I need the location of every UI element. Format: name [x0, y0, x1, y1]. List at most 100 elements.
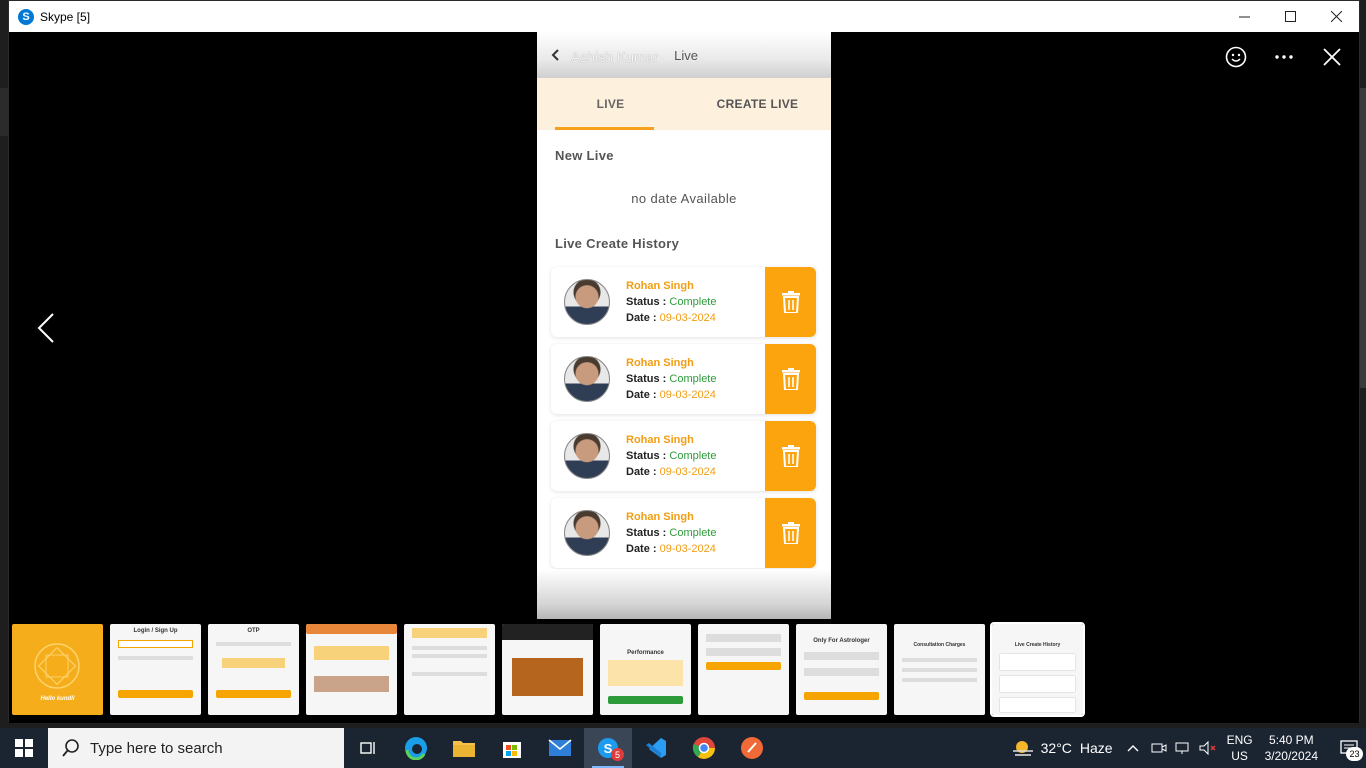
thumbnail[interactable]: Hello kundli	[12, 624, 103, 715]
thumbnail[interactable]: Performance	[600, 624, 691, 715]
ellipsis-icon	[1275, 55, 1293, 59]
window-controls	[1221, 1, 1359, 32]
meet-icon[interactable]	[1151, 741, 1167, 755]
thumbnail-title: Login / Sign Up	[133, 628, 178, 634]
delete-button[interactable]	[765, 421, 816, 491]
thumbnail-line	[706, 634, 781, 642]
store-button[interactable]	[488, 728, 536, 768]
smiley-icon	[1225, 46, 1247, 68]
mail-button[interactable]	[536, 728, 584, 768]
thumbnail[interactable]	[404, 624, 495, 715]
thumbnail[interactable]: Only For Astrologer	[796, 624, 887, 715]
weather-widget[interactable]: 32°C Haze	[1011, 738, 1113, 758]
close-viewer-button[interactable]	[1319, 44, 1345, 70]
title-bar[interactable]: S Skype [5]	[9, 1, 1359, 32]
thumbnail-line	[216, 642, 291, 646]
delete-button[interactable]	[765, 498, 816, 568]
tab-live[interactable]: LIVE	[537, 78, 684, 130]
chevron-left-icon	[37, 313, 54, 343]
thumbnail-title: Live Create History	[1014, 642, 1061, 648]
date-label: Date :	[626, 466, 657, 478]
active-tab-indicator	[555, 127, 654, 130]
thumbnail[interactable]	[698, 624, 789, 715]
delete-button[interactable]	[765, 267, 816, 337]
minimize-button[interactable]	[1221, 1, 1267, 32]
language-indicator[interactable]: ENG US	[1227, 732, 1253, 764]
window-title: Skype [5]	[40, 9, 91, 24]
thumbnail-line	[902, 658, 977, 662]
haze-icon	[1012, 741, 1033, 756]
chevron-up-icon[interactable]	[1127, 744, 1139, 752]
thumbnail-line	[314, 646, 389, 660]
start-button[interactable]	[0, 728, 48, 768]
notifications-button[interactable]: 23	[1332, 728, 1366, 768]
thumbnail-line	[512, 658, 583, 696]
avatar	[564, 279, 610, 325]
tab-create-live[interactable]: CREATE LIVE	[684, 78, 831, 130]
thumbnail-selected[interactable]: Live Create History	[990, 622, 1085, 717]
system-tray: 32°C Haze ENG US 5:40 PM 3/20/2024 23	[1011, 728, 1366, 768]
file-explorer-button[interactable]	[440, 728, 488, 768]
thumbnail-line	[1000, 698, 1075, 712]
mail-icon	[548, 739, 572, 756]
history-info: Rohan Singh Status : Complete Date : 09-…	[626, 355, 716, 403]
image-viewer: Ashish Kumar Live LIVE CREATE LIVE New L…	[9, 32, 1359, 723]
date-value: 09-03-2024	[659, 312, 716, 324]
trash-icon	[781, 368, 800, 390]
thumbnail-line	[804, 652, 879, 660]
thumbnail[interactable]: Consultation Charges	[894, 624, 985, 715]
thumbnail-bar	[804, 692, 879, 700]
date-label: Date :	[626, 312, 657, 324]
close-window-button[interactable]	[1313, 1, 1359, 32]
back-arrow-icon[interactable]	[551, 49, 561, 61]
new-live-title: New Live	[555, 148, 614, 163]
thumbnail-bar	[306, 624, 397, 634]
history-card: Rohan Singh Status : Complete Date : 09-…	[551, 498, 816, 568]
vscode-button[interactable]	[632, 728, 680, 768]
thumbnail-title: OTP	[247, 628, 260, 634]
postman-button[interactable]	[728, 728, 776, 768]
thumbnail-line	[118, 656, 193, 660]
edge-button[interactable]	[392, 728, 440, 768]
thumbnail-title: Consultation Charges	[913, 642, 966, 648]
previous-image-button[interactable]	[31, 308, 61, 348]
thumbnail-line	[1000, 654, 1075, 670]
status-value: Complete	[669, 527, 717, 539]
date-value: 09-03-2024	[659, 543, 716, 555]
status-label: Status :	[626, 373, 667, 385]
chrome-button[interactable]	[680, 728, 728, 768]
thumbnail-line	[706, 648, 781, 656]
taskbar-search[interactable]: Type here to search	[48, 728, 344, 768]
history-title: Live Create History	[555, 236, 680, 251]
volume-muted-icon[interactable]	[1199, 741, 1217, 755]
thumbnail-line	[902, 678, 977, 682]
thumbnail-bar	[118, 690, 193, 698]
thumbnail[interactable]: OTP	[208, 624, 299, 715]
language-region: US	[1231, 749, 1248, 763]
windows-icon	[15, 739, 33, 757]
language-code: ENG	[1226, 733, 1253, 747]
thumbnail[interactable]: Login / Sign Up	[110, 624, 201, 715]
task-view-button[interactable]	[344, 728, 392, 768]
delete-button[interactable]	[765, 344, 816, 414]
skype-logo-icon: S	[18, 8, 34, 25]
trash-icon	[781, 522, 800, 544]
thumbnail-line	[412, 672, 487, 676]
clock[interactable]: 5:40 PM 3/20/2024	[1265, 732, 1318, 764]
task-view-icon	[360, 742, 375, 754]
skype-taskbar-button[interactable]: S 5	[584, 728, 632, 768]
thumbnail[interactable]	[502, 624, 593, 715]
host-name: Rohan Singh	[626, 434, 694, 446]
thumbnail-line	[314, 676, 389, 692]
phone-header: Ashish Kumar Live	[537, 32, 831, 78]
network-icon[interactable]	[1175, 741, 1191, 755]
history-info: Rohan Singh Status : Complete Date : 09-…	[626, 278, 716, 326]
clock-date: 3/20/2024	[1264, 749, 1318, 763]
react-button[interactable]	[1223, 44, 1249, 70]
status-label: Status :	[626, 527, 667, 539]
status-label: Status :	[626, 296, 667, 308]
maximize-button[interactable]	[1267, 1, 1313, 32]
more-options-button[interactable]	[1271, 44, 1297, 70]
thumbnail[interactable]	[306, 624, 397, 715]
thumbnail-line	[902, 668, 977, 672]
